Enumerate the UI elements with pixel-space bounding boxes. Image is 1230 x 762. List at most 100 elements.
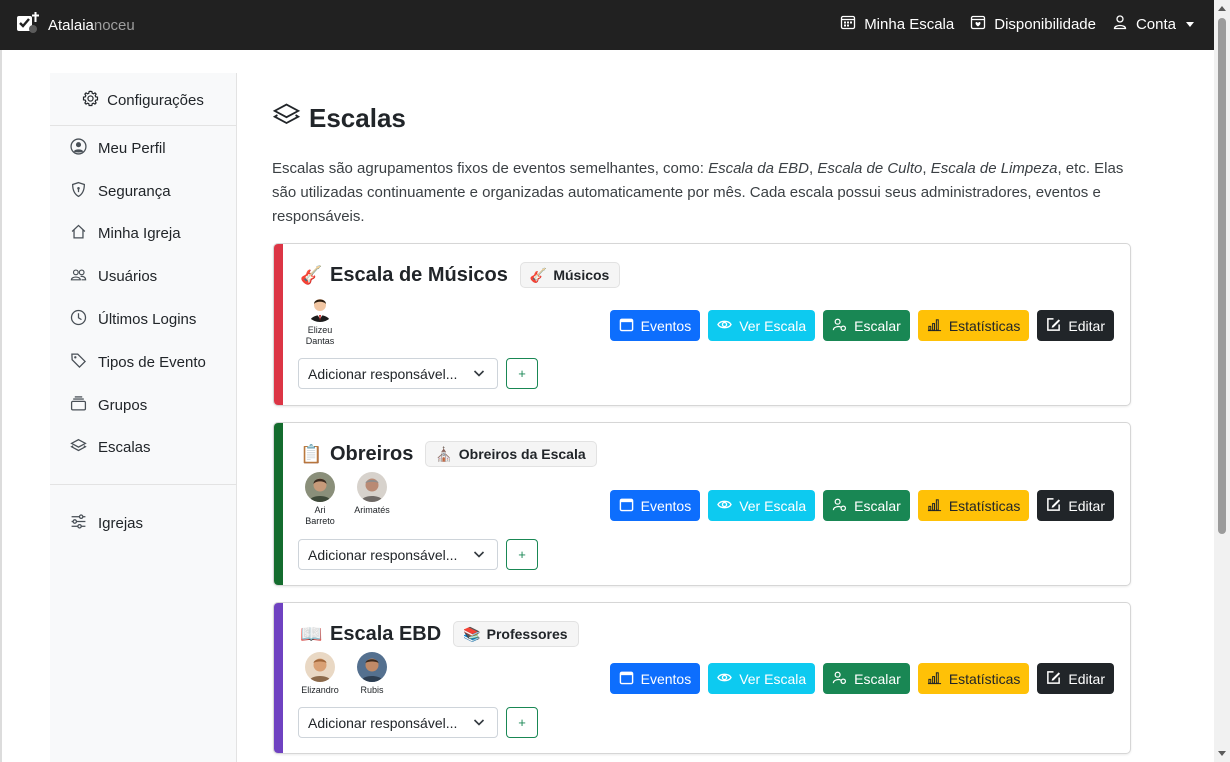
member-name: Rubis — [360, 685, 384, 695]
person-icon — [1112, 14, 1128, 34]
home-icon — [70, 223, 87, 244]
brand[interactable]: Atalaianoceu — [16, 11, 135, 40]
layers-icon — [70, 437, 87, 458]
scrollbar-thumb[interactable] — [1218, 18, 1226, 534]
member-avatar[interactable]: Elizandro — [298, 652, 342, 696]
person-gear-icon — [832, 317, 847, 335]
responsavel-select-value: Adicionar responsável... — [308, 714, 458, 731]
avatar — [357, 652, 387, 682]
bar-chart-icon — [927, 317, 942, 335]
nav-disponibilidade[interactable]: Disponibilidade — [970, 14, 1096, 34]
add-responsavel-button[interactable]: + — [506, 707, 538, 738]
sidebar-item-usuarios[interactable]: Usuários — [70, 266, 157, 287]
eventos-button-label: Eventos — [640, 497, 692, 514]
sidebar-item-label: Grupos — [98, 397, 148, 414]
responsavel-select[interactable]: Adicionar responsável... — [298, 358, 498, 389]
editar-button-label: Editar — [1068, 497, 1105, 514]
escala-card: 📖 Escala EBD 📚 Professores Elizandro Rub… — [273, 602, 1131, 754]
nav-conta-label: Conta — [1135, 15, 1176, 33]
bar-chart-icon — [927, 497, 942, 515]
estatisticas-button-label: Estatísticas — [948, 497, 1021, 514]
eventos-button[interactable]: Eventos — [609, 663, 701, 694]
ver-escala-button[interactable]: Ver Escala — [708, 310, 816, 341]
sidebar-item-ultimos-logins[interactable]: Últimos Logins — [70, 309, 196, 330]
estatisticas-button-label: Estatísticas — [948, 317, 1021, 334]
ver-escala-button[interactable]: Ver Escala — [708, 490, 816, 521]
eventos-button-label: Eventos — [640, 317, 692, 334]
member-avatar[interactable]: Elizeu Dantas — [298, 292, 342, 347]
page-title-text: Escalas — [309, 102, 406, 133]
escala-card: 🎸 Escala de Músicos 🎸 Músicos Elizeu Dant… — [273, 243, 1131, 406]
layers-icon — [272, 100, 301, 136]
editar-button[interactable]: Editar — [1037, 663, 1114, 694]
sidebar-item-minha-igreja[interactable]: Minha Igreja — [70, 223, 181, 244]
sidebar-item-meu-perfil[interactable]: Meu Perfil — [70, 138, 166, 159]
vertical-scrollbar[interactable] — [1214, 0, 1230, 762]
group-badge-label: Obreiros da Escala — [458, 446, 586, 462]
group-badge: ⛪ Obreiros da Escala — [425, 441, 597, 467]
escala-name: Escala de Músicos — [330, 263, 508, 286]
member-avatar[interactable]: Rubis — [350, 652, 394, 696]
escala-name: Obreiros — [330, 442, 414, 465]
sliders-icon — [70, 513, 87, 534]
scroll-down-arrow-icon[interactable] — [1218, 751, 1226, 756]
estatisticas-button[interactable]: Estatísticas — [917, 310, 1030, 341]
sidebar-item-label: Tipos de Evento — [98, 354, 206, 371]
card-accent-bar — [274, 603, 283, 753]
member-name: Elizandro — [301, 685, 339, 695]
nav-minha-escala-label: Minha Escala — [864, 15, 955, 33]
add-responsavel-button[interactable]: + — [506, 539, 538, 570]
sidebar-item-label: Minha Igreja — [98, 225, 181, 242]
card-title: 📋 Obreiros ⛪ Obreiros da Escala — [300, 441, 597, 467]
ver-escala-button[interactable]: Ver Escala — [708, 663, 816, 694]
card-actions: Eventos Ver Escala Escalar Estatísticas … — [609, 490, 1114, 521]
clipboard-icon: 📋 — [300, 443, 323, 464]
sidebar-item-label: Segurança — [98, 183, 171, 200]
sidebar-item-igrejas[interactable]: Igrejas — [70, 513, 143, 534]
top-navbar: Atalaianoceu Minha Escala Disponibilidad… — [0, 0, 1230, 50]
chevron-down-icon — [473, 366, 485, 382]
estatisticas-button[interactable]: Estatísticas — [917, 490, 1030, 521]
sidebar-item-grupos[interactable]: Grupos — [70, 395, 147, 416]
responsavel-select[interactable]: Adicionar responsável... — [298, 707, 498, 738]
eventos-button[interactable]: Eventos — [609, 490, 701, 521]
member-name: Ari Barreto — [305, 505, 335, 526]
sidebar-header: Configurações — [50, 73, 236, 126]
member-avatar[interactable]: Ari Barreto — [298, 472, 342, 527]
sidebar-item-tipos-de-evento[interactable]: Tipos de Evento — [70, 352, 206, 373]
member-avatar[interactable]: Arimatés — [350, 472, 394, 527]
escalar-button[interactable]: Escalar — [823, 310, 910, 341]
sidebar-item-seguranca[interactable]: Segurança — [70, 181, 171, 202]
sidebar-item-label: Usuários — [98, 268, 158, 285]
pencil-square-icon — [1046, 497, 1061, 515]
responsavel-select[interactable]: Adicionar responsável... — [298, 539, 498, 570]
sidebar-item-label: Meu Perfil — [98, 140, 166, 157]
responsavel-select-value: Adicionar responsável... — [308, 365, 458, 382]
calendar-heart-icon — [970, 14, 986, 34]
escala-card: 📋 Obreiros ⛪ Obreiros da Escala Ari Barre… — [273, 422, 1131, 586]
eye-icon — [717, 670, 733, 688]
nav-disponibilidade-label: Disponibilidade — [994, 15, 1096, 33]
card-actions: Eventos Ver Escala Escalar Estatísticas … — [609, 663, 1114, 694]
estatisticas-button[interactable]: Estatísticas — [917, 663, 1030, 694]
editar-button-label: Editar — [1068, 670, 1105, 687]
users-icon — [70, 266, 87, 287]
assign-row: Adicionar responsável... + — [298, 707, 538, 738]
sidebar-item-escalas[interactable]: Escalas — [70, 437, 151, 458]
card-accent-bar — [274, 423, 283, 585]
sidebar-header-label: Configurações — [107, 91, 204, 109]
nav-conta-dropdown[interactable]: Conta — [1112, 14, 1194, 34]
nav-minha-escala[interactable]: Minha Escala — [840, 14, 954, 34]
scroll-up-arrow-icon[interactable] — [1218, 6, 1226, 11]
escalar-button[interactable]: Escalar — [823, 490, 910, 521]
members-list: Elizeu Dantas — [298, 292, 342, 347]
escalar-button[interactable]: Escalar — [823, 663, 910, 694]
escalar-button-label: Escalar — [854, 497, 901, 514]
clock-icon — [70, 309, 87, 330]
add-responsavel-button[interactable]: + — [506, 358, 538, 389]
editar-button[interactable]: Editar — [1037, 490, 1114, 521]
editar-button[interactable]: Editar — [1037, 310, 1114, 341]
card-title: 📖 Escala EBD 📚 Professores — [300, 621, 579, 647]
shield-icon — [70, 181, 87, 202]
eventos-button[interactable]: Eventos — [609, 310, 701, 341]
